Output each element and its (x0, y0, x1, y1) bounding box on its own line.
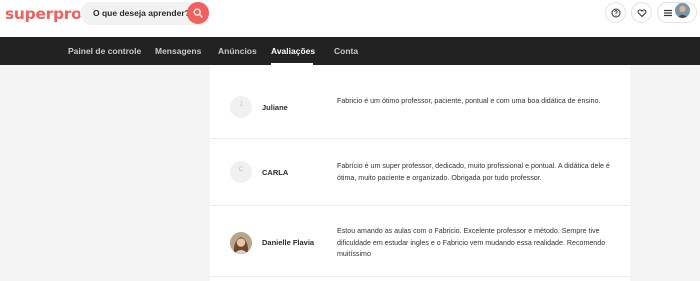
review-text: Estou amando as aulas com o Fabricio. Ex… (337, 227, 606, 258)
reviewer-avatar: C (230, 161, 252, 183)
help-button[interactable] (605, 2, 626, 23)
search-placeholder[interactable]: O que deseja aprender? (93, 8, 190, 18)
reviewer-name: Danielle Flavia (262, 238, 315, 247)
tab-anuncios[interactable]: Anúncios (218, 46, 257, 56)
search-button[interactable] (187, 2, 209, 24)
heart-icon (637, 9, 647, 18)
tab-conta[interactable]: Conta (334, 46, 358, 56)
top-bar: superprof O que deseja aprender? (0, 0, 700, 37)
reviewer-photo (230, 232, 252, 254)
tab-painel-de-controle[interactable]: Painel de controle (68, 46, 141, 56)
reviewer-name: CARLA (262, 168, 289, 177)
reviewer-name: Juliane (262, 103, 288, 112)
help-icon (611, 8, 621, 18)
reviewer-avatar: J (230, 96, 252, 118)
search-icon (193, 8, 203, 18)
review-divider (210, 276, 630, 277)
tab-mensagens[interactable]: Mensagens (155, 46, 201, 56)
favorites-button[interactable] (631, 2, 652, 23)
dashboard-nav: Painel de controle Mensagens Anúncios Av… (0, 37, 700, 65)
tab-avaliacoes[interactable]: Avaliações (271, 46, 315, 56)
review-text: Fabricio é um ótimo professor, paciente,… (337, 97, 601, 105)
review-text: Fabrício é um super professor, dedicado,… (337, 162, 610, 182)
review-divider (210, 205, 630, 206)
reviewer-avatar (230, 232, 252, 254)
review-divider (210, 138, 630, 139)
menu-icon (664, 9, 672, 17)
user-avatar[interactable] (675, 3, 690, 18)
reviews-list: J Juliane Fabricio é um ótimo professor,… (210, 65, 630, 281)
superprof-logo[interactable]: superprof (5, 5, 88, 23)
